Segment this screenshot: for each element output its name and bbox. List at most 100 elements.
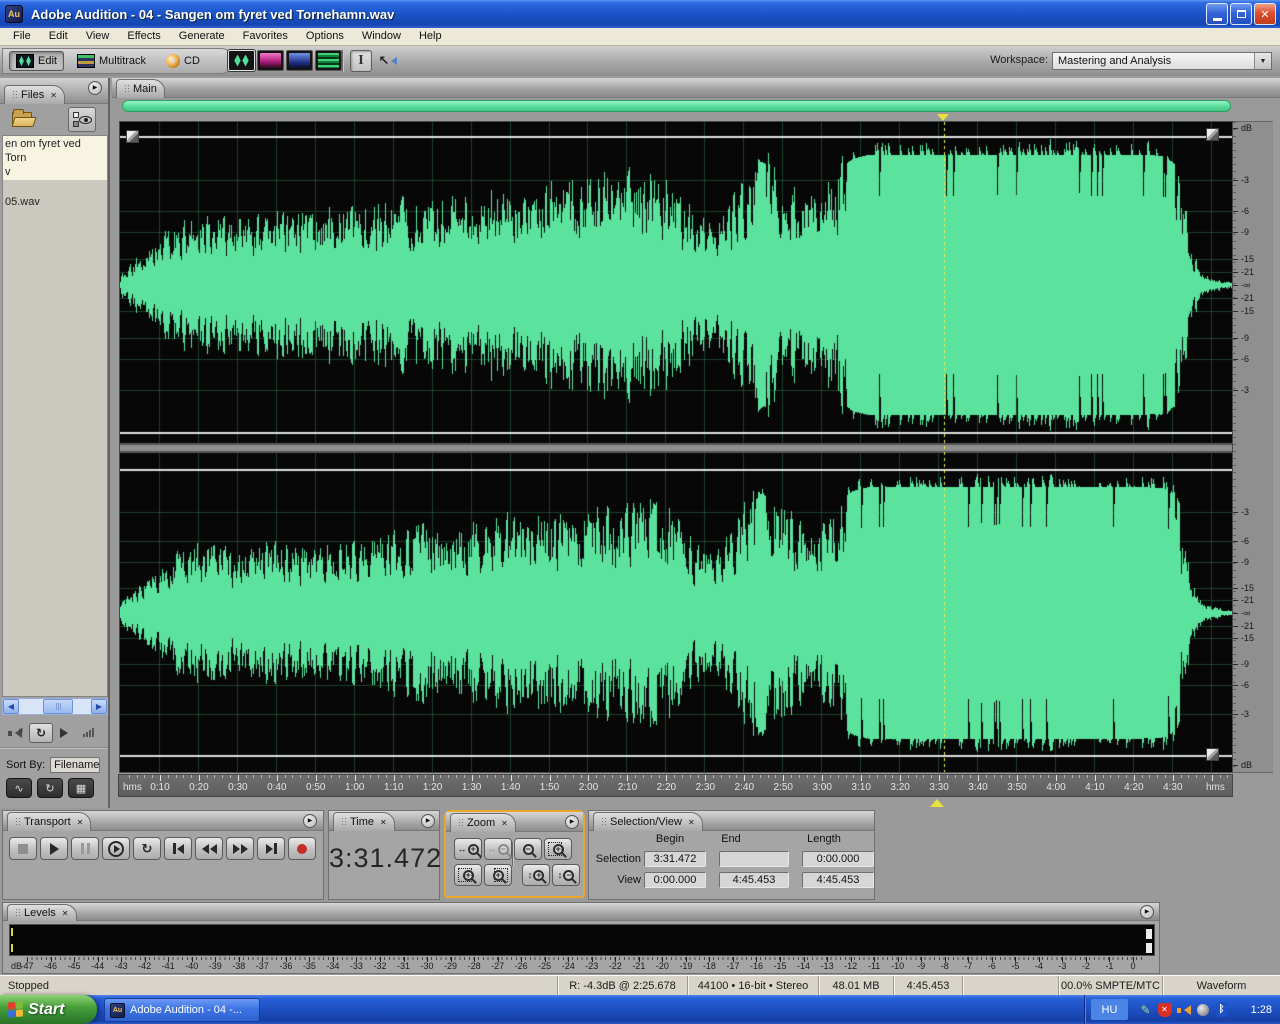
security-alert-icon[interactable]: ✕ [1157,1002,1172,1017]
scrub-tool[interactable]: ↖ [377,50,399,72]
multitrack-view-button[interactable]: Multitrack [70,51,153,71]
menu-favorites[interactable]: Favorites [234,28,297,45]
title-bar[interactable]: Au Adobe Audition - 04 - Sangen om fyret… [0,0,1280,28]
overview-scroll-bar[interactable] [122,100,1231,112]
selection-length-field[interactable]: 0:00.000 [802,851,874,867]
zoom-in-right-edge-button[interactable]: + [484,864,512,886]
pause-button[interactable] [71,837,99,860]
import-file-icon[interactable] [11,109,37,127]
scrollbar-thumb[interactable] [43,699,73,714]
waveform-display-button[interactable] [228,50,255,71]
workspace-dropdown[interactable]: Mastering and Analysis ▼ [1052,52,1272,70]
restore-button[interactable] [1230,3,1252,25]
level-meter[interactable] [9,924,1155,956]
play-button[interactable] [40,837,68,860]
waveform-display[interactable] [120,122,1232,772]
selection-begin-field[interactable]: 3:31.472 [644,851,706,867]
menu-effects[interactable]: Effects [118,28,169,45]
auto-play-mute-icon[interactable]: ✕ [8,727,24,739]
cd-view-button[interactable]: CD [159,51,207,71]
menu-view[interactable]: View [77,28,119,45]
selection-end-field[interactable] [719,851,789,867]
scroll-left-icon[interactable]: ◀ [3,699,19,714]
clip-indicator-left[interactable] [1146,929,1152,939]
fast-forward-button[interactable] [226,837,254,860]
play-from-cursor-button[interactable] [102,837,130,860]
close-tab-icon[interactable]: ✕ [50,91,57,100]
panel-menu-icon[interactable]: ▶ [565,815,579,829]
close-tab-icon[interactable]: ✕ [62,909,69,918]
panel-menu-icon[interactable]: ▶ [303,814,317,828]
record-button[interactable] [288,837,316,860]
zoom-out-vertical-button[interactable]: ↕ − [552,864,580,886]
files-list[interactable]: en om fyret ved Torn v 05.wav [2,135,108,697]
zoom-to-selection-button[interactable]: + [544,838,572,860]
bluetooth-icon[interactable]: ᛒ [1214,1002,1229,1017]
volume-icon[interactable] [83,728,94,737]
amplitude-ruler[interactable]: dB dB -3 -3 -6 -6 -9 -9 -15 -15 -21 -21 -∞ -3 -3 -6 -6 -9… [1233,121,1273,773]
amplitude-handle-top-right[interactable] [1206,128,1219,141]
tab-time[interactable]: Time ✕ [333,812,395,831]
advanced-options-icon[interactable] [68,107,96,132]
clip-indicator-right[interactable] [1146,943,1152,953]
view-begin-field[interactable]: 0:00.000 [644,872,706,888]
show-loop-files-button[interactable]: ↻ [37,778,63,798]
zoom-in-vertical-button[interactable]: ↕ + [522,864,550,886]
close-tab-icon[interactable]: ✕ [77,818,84,827]
menu-generate[interactable]: Generate [170,28,234,45]
edit-view-button[interactable]: Edit [9,51,64,71]
panel-menu-icon[interactable]: ▶ [1140,905,1154,919]
tab-files[interactable]: Files ✕ [4,85,65,104]
play-file-icon[interactable] [60,727,68,738]
audio-monitor-icon[interactable] [1195,1002,1210,1017]
close-tab-icon[interactable]: ✕ [380,818,387,827]
tab-levels[interactable]: Levels ✕ [7,904,77,921]
zoom-out-horizontal-button[interactable]: ↔ − [484,838,512,860]
taskbar-app-button[interactable]: Au Adobe Audition - 04 -... [104,998,260,1022]
spectral-pan-display-button[interactable] [286,50,313,71]
start-button[interactable]: Start [0,995,97,1024]
view-length-field[interactable]: 4:45.453 [802,872,874,888]
menu-options[interactable]: Options [297,28,353,45]
time-selection-tool[interactable]: I [350,50,372,72]
timeline-ruler[interactable]: 0:10 0:20 0:30 0:40 0:50 1:00 1:10 1:20 1:30 1:40… [118,774,1233,797]
tab-main[interactable]: Main [116,79,165,98]
rewind-button[interactable] [195,837,223,860]
go-to-beginning-button[interactable] [164,837,192,860]
files-horizontal-scrollbar[interactable]: ◀ ▶ [2,698,108,715]
tab-transport[interactable]: Transport ✕ [7,812,92,831]
sort-by-dropdown[interactable]: Filename [50,757,101,773]
menu-file[interactable]: File [4,28,40,45]
cursor-marker-top-icon[interactable] [937,114,949,121]
menu-help[interactable]: Help [410,28,451,45]
file-list-item[interactable]: 05.wav [3,194,107,210]
volume-icon[interactable] [1176,1002,1191,1017]
panel-menu-icon[interactable]: ▶ [88,81,102,95]
view-end-field[interactable]: 4:45.453 [719,872,789,888]
language-indicator[interactable]: HU [1091,999,1128,1020]
chevron-down-icon[interactable]: ▼ [1254,53,1271,69]
amplitude-handle-top-left[interactable] [126,130,139,143]
scroll-right-icon[interactable]: ▶ [91,699,107,714]
zoom-in-horizontal-button[interactable]: ↔ + [454,838,482,860]
zoom-in-left-edge-button[interactable]: + [454,864,482,886]
play-looped-button[interactable]: ↻ [133,837,161,860]
menu-edit[interactable]: Edit [40,28,77,45]
tablet-pen-icon[interactable]: ✎ [1138,1002,1153,1017]
zoom-out-full-button[interactable]: − [514,838,542,860]
go-to-end-button[interactable] [257,837,285,860]
spectral-phase-display-button[interactable] [315,50,342,71]
close-button[interactable]: ✕ [1254,3,1276,25]
cursor-marker-bottom-icon[interactable] [930,799,944,807]
show-audio-files-button[interactable]: ∿ [6,778,32,798]
close-tab-icon[interactable]: ✕ [501,819,508,828]
loop-playback-button[interactable]: ↻ [29,722,53,743]
panel-menu-icon[interactable]: ▶ [421,814,435,828]
tab-zoom[interactable]: Zoom ✕ [450,813,516,832]
close-tab-icon[interactable]: ✕ [688,818,695,827]
menu-window[interactable]: Window [353,28,410,45]
spectral-frequency-display-button[interactable] [257,50,284,71]
amplitude-handle-bottom-right[interactable] [1206,748,1219,761]
tab-selection-view[interactable]: Selection/View ✕ [593,812,703,831]
minimize-button[interactable] [1206,3,1228,25]
